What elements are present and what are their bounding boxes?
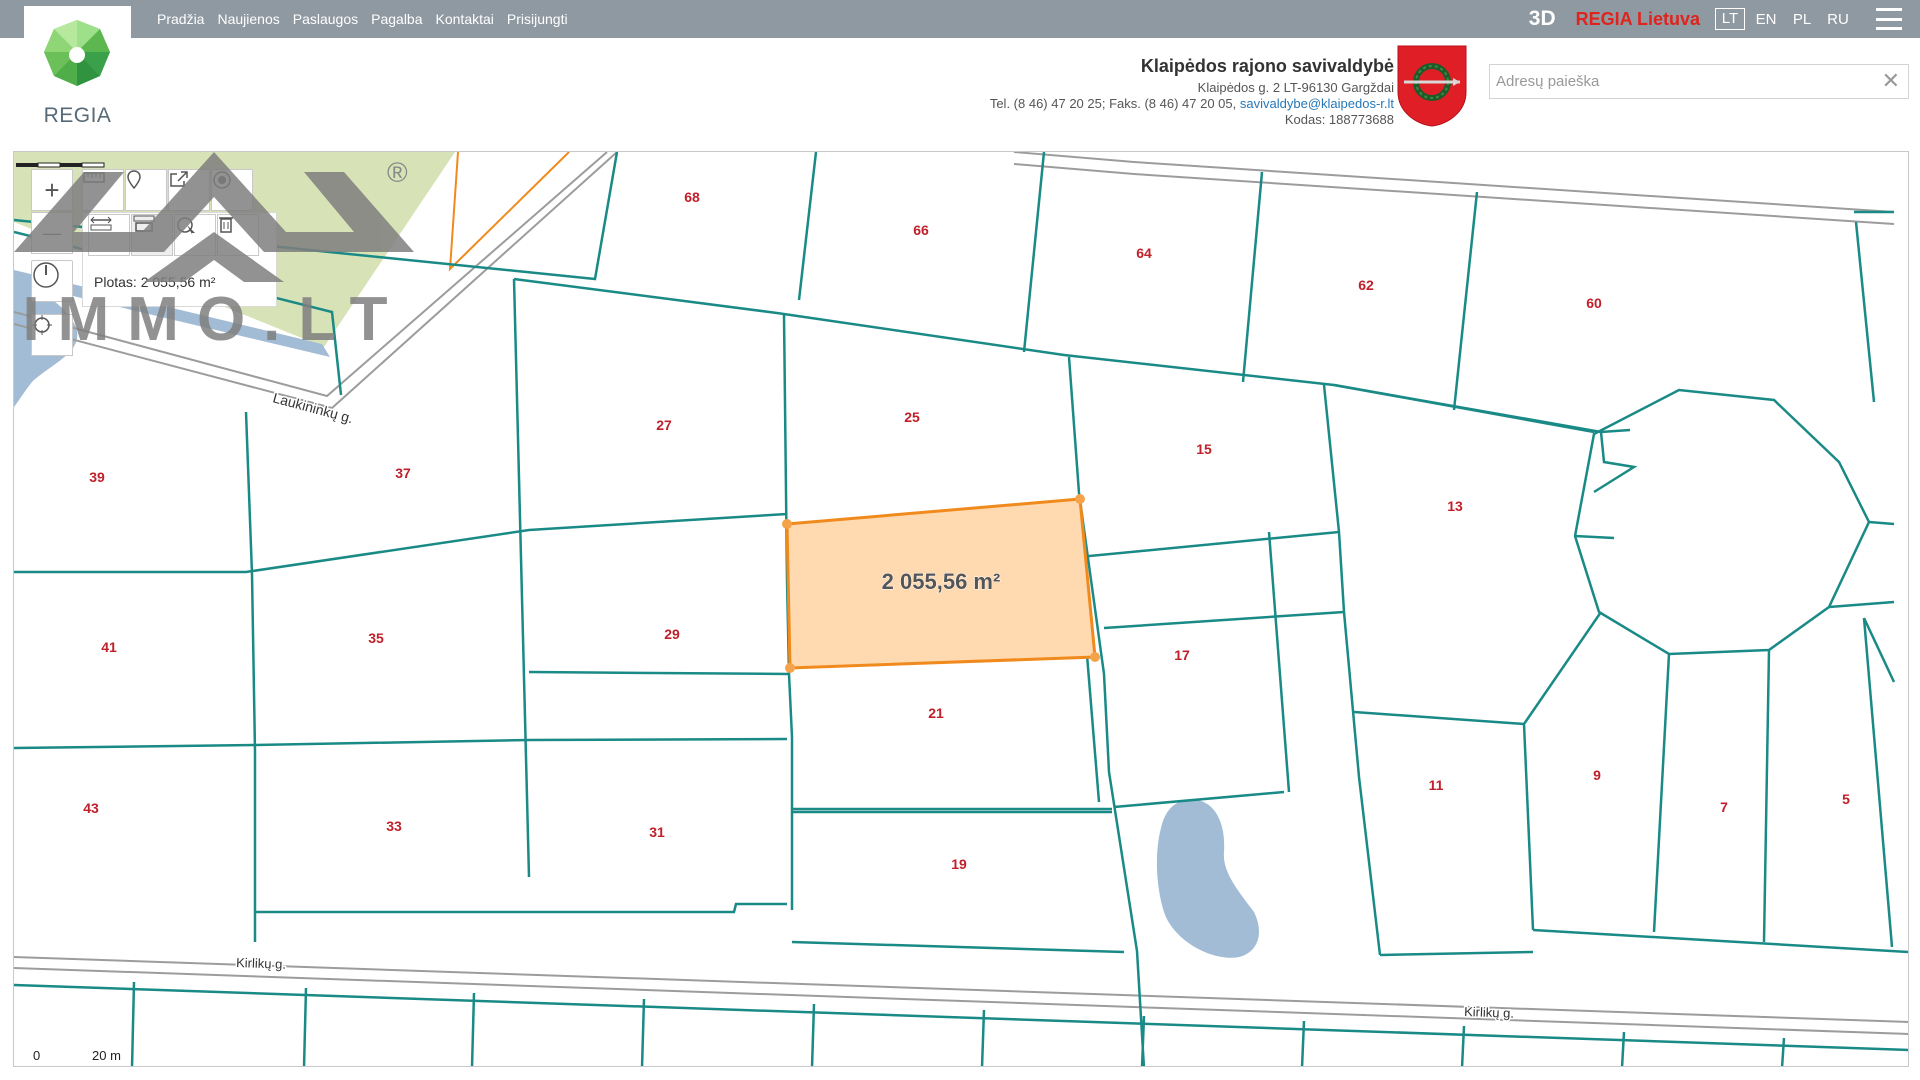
parcel-label: 62 (1358, 277, 1374, 293)
3d-button[interactable]: 3D (1529, 7, 1556, 31)
parcel-label: 35 (368, 630, 384, 646)
lang-en[interactable]: EN (1748, 11, 1784, 28)
lang-ru[interactable]: RU (1820, 11, 1856, 28)
parcel-label: 64 (1136, 245, 1152, 261)
parcel-label: 68 (684, 189, 700, 205)
municipality-name: Klaipėdos rajono savivaldybė (1140, 56, 1394, 76)
parcel-label: 29 (664, 626, 680, 642)
parcel-label: 31 (649, 824, 665, 840)
map-view[interactable]: 2 055,56 m² Laukininkų g. Kirlikų g. Kir… (13, 151, 1909, 1067)
regia-logo[interactable]: REGIA (24, 6, 131, 127)
street-label-laukininku: Laukininkų g. (271, 389, 355, 426)
regia-emblem-icon (44, 20, 110, 86)
search-clear-icon[interactable]: ✕ (1882, 69, 1900, 93)
parcel-label: 21 (928, 705, 944, 721)
parcel-label: 39 (89, 469, 105, 485)
right-nav: 3D REGIA Lietuva LT EN PL RU (1529, 0, 1920, 38)
municipality-code: Kodas: 188773688 (1284, 112, 1394, 127)
parcel-label: 15 (1196, 441, 1212, 457)
parcel-label: 66 (913, 222, 929, 238)
nav-paslaugos[interactable]: Paslaugos (293, 11, 358, 27)
parcel-label: 33 (386, 818, 402, 834)
logo-text: REGIA (43, 104, 112, 127)
parcel-label: 17 (1174, 647, 1190, 663)
address-search-input[interactable] (1490, 65, 1870, 98)
street-label-kirliku-west: Kirlikų g. (236, 955, 286, 972)
parcel-label: 37 (395, 465, 411, 481)
coat-of-arms-icon (1397, 45, 1467, 127)
immo-watermark: ® IMMO.LT (14, 152, 414, 352)
parcel-label: 60 (1586, 295, 1602, 311)
selected-area-label: 2 055,56 m² (882, 569, 1001, 594)
parcel-label: 41 (101, 639, 117, 655)
parcel-label: 43 (83, 800, 99, 816)
municipality-info: Klaipėdos rajono savivaldybė Klaipėdos g… (989, 56, 1394, 128)
municipality-email-link[interactable]: savivaldybe@klaipedos-r.lt (1240, 96, 1394, 111)
watermark-text: IMMO.LT (22, 285, 405, 352)
registered-mark: ® (387, 157, 408, 188)
municipality-phone: Tel. (8 46) 47 20 25; Faks. (8 46) 47 20… (989, 96, 1237, 111)
lang-pl[interactable]: PL (1784, 11, 1820, 28)
scale-zero: 0 (33, 1048, 41, 1063)
parcel-label: 9 (1593, 767, 1601, 783)
nav-naujienos[interactable]: Naujienos (217, 11, 279, 27)
regia-lietuva-link[interactable]: REGIA Lietuva (1576, 9, 1700, 30)
street-label-kirliku-east: Kirlikų g. (1464, 1004, 1514, 1021)
nav-pradzia[interactable]: Pradžia (157, 11, 204, 27)
pond (1156, 799, 1259, 958)
parcel-label: 25 (904, 409, 920, 425)
parcel-label: 7 (1720, 799, 1728, 815)
scale-distance: 20 m (92, 1048, 121, 1063)
parcel-label: 19 (951, 856, 967, 872)
parcel-label: 27 (656, 417, 672, 433)
nav-prisijungti[interactable]: Prisijungti (507, 11, 568, 27)
nav-pagalba[interactable]: Pagalba (371, 11, 422, 27)
parcel-label: 5 (1842, 791, 1850, 807)
parcel-label: 11 (1429, 777, 1444, 793)
top-nav: Pradžia Naujienos Paslaugos Pagalba Kont… (157, 0, 581, 38)
hamburger-menu-icon[interactable] (1876, 8, 1902, 30)
parcel-label: 13 (1447, 498, 1463, 514)
lang-lt[interactable]: LT (1715, 8, 1745, 30)
nav-kontaktai[interactable]: Kontaktai (436, 11, 494, 27)
municipality-address: Klaipėdos g. 2 LT-96130 Gargždai (1197, 80, 1394, 95)
top-bar: Pradžia Naujienos Paslaugos Pagalba Kont… (0, 0, 1920, 38)
address-search: ✕ (1489, 64, 1909, 99)
